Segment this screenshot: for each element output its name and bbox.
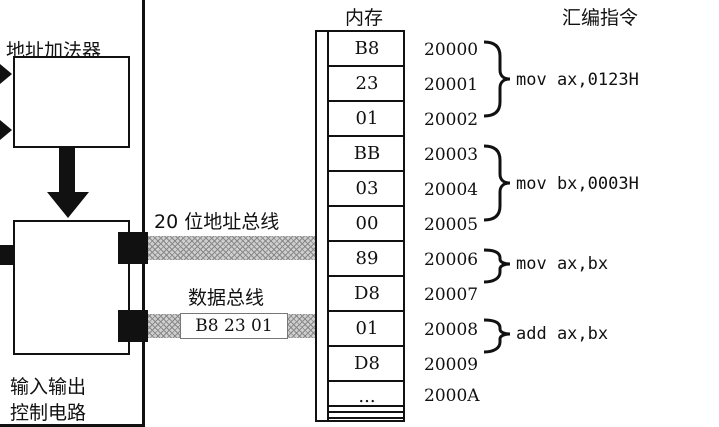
- memory-cell: D8: [329, 277, 405, 312]
- instruction-add-ax-bx: add ax,bx: [516, 324, 609, 344]
- address-bus-label: 20 位地址总线: [154, 211, 280, 233]
- data-bus-value: B8 23 01: [180, 313, 288, 339]
- brace-mov-ax-bx: [483, 248, 511, 284]
- io-left-port: [0, 245, 13, 265]
- brace-mov-ax-0123h: [483, 40, 511, 118]
- memory-cell: BB: [329, 137, 405, 172]
- memory-rail: [315, 30, 329, 422]
- address-bus-port: [118, 232, 148, 264]
- io-label-line2: 控制电路: [10, 402, 87, 424]
- memory-address: 20006: [424, 250, 479, 270]
- adder-input-arrow-bottom: [0, 120, 12, 140]
- memory-address: 20001: [424, 75, 479, 95]
- instruction-mov-ax-0123h: mov ax,0123H: [516, 70, 639, 90]
- memory-cell: 89: [329, 242, 405, 277]
- io-control-box: [13, 220, 130, 355]
- instruction-mov-bx-0003h: mov bx,0003H: [516, 174, 639, 194]
- memory-address: 2000A: [424, 386, 480, 406]
- memory-header: 内存: [345, 7, 384, 29]
- memory-cell: 23: [329, 67, 405, 102]
- memory-cell: 01: [329, 102, 405, 137]
- memory-address: 20002: [424, 110, 479, 130]
- memory-cell: B8: [329, 32, 405, 67]
- io-label-line1: 输入输出: [10, 376, 87, 398]
- memory-address: 20008: [424, 320, 479, 340]
- memory-address: 20004: [424, 180, 479, 200]
- instruction-mov-ax-bx: mov ax,bx: [516, 254, 609, 274]
- adder-to-io-arrow: [47, 148, 89, 218]
- memory-address: 20000: [424, 40, 479, 60]
- memory-address: 20007: [424, 285, 479, 305]
- memory-address: 20009: [424, 355, 479, 375]
- brace-mov-bx-0003h: [483, 144, 511, 222]
- memory-cell: D8: [329, 347, 405, 382]
- memory-cell: 03: [329, 172, 405, 207]
- memory-continuation-lines: [329, 405, 405, 419]
- data-bus-port: [118, 310, 148, 342]
- memory-address: 20005: [424, 215, 479, 235]
- memory-cell: 00: [329, 207, 405, 242]
- data-bus-label: 数据总线: [188, 287, 265, 309]
- brace-add-ax-bx: [483, 318, 511, 354]
- instruction-braces: [483, 40, 511, 354]
- address-bus: [148, 236, 315, 260]
- adder-input-arrow-top: [0, 64, 12, 84]
- memory-address: 20003: [424, 145, 479, 165]
- memory-cell: 01: [329, 312, 405, 347]
- adder-input-arrows: [0, 64, 12, 140]
- address-adder-box: [13, 56, 130, 148]
- instructions-header: 汇编指令: [562, 7, 639, 29]
